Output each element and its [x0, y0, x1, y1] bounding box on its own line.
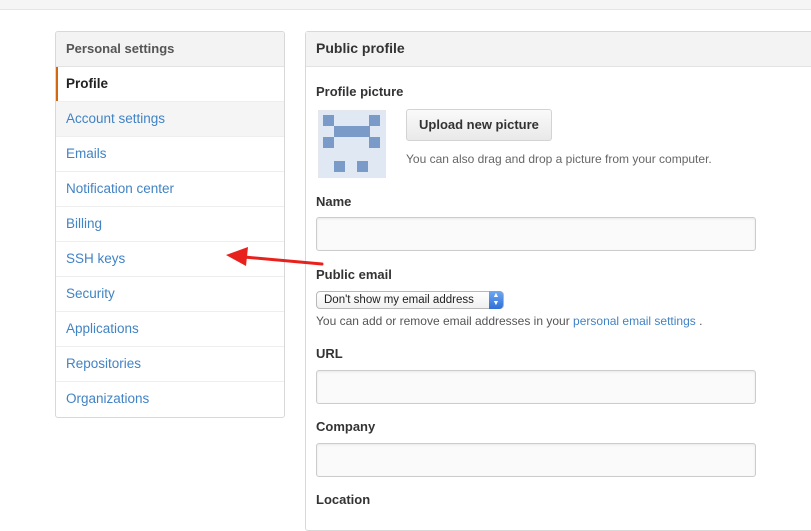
public-email-note: You can add or remove email addresses in… [316, 314, 702, 328]
settings-sidebar: Personal settings Profile Account settin… [55, 31, 285, 418]
panel-title: Public profile [306, 32, 811, 67]
avatar-pixel [334, 161, 345, 172]
company-input[interactable] [316, 443, 756, 477]
public-email-note-text: You can add or remove email addresses in… [316, 314, 570, 328]
upload-picture-button[interactable]: Upload new picture [406, 109, 552, 141]
avatar-pixel [323, 137, 334, 148]
red-arrow-icon [226, 247, 324, 266]
sidebar-title: Personal settings [56, 32, 284, 67]
public-profile-panel: Public profile Profile picture Upload ne… [305, 31, 811, 531]
chevron-up-down-icon: ▲ ▼ [489, 291, 503, 309]
sidebar-item-applications[interactable]: Applications [56, 312, 284, 347]
url-input[interactable] [316, 370, 756, 404]
avatar-pixel [334, 126, 370, 137]
sidebar-item-profile[interactable]: Profile [56, 67, 284, 102]
upload-hint: You can also drag and drop a picture fro… [406, 152, 712, 166]
url-label: URL [316, 346, 343, 361]
sidebar-item-notification-center[interactable]: Notification center [56, 172, 284, 207]
name-input[interactable] [316, 217, 756, 251]
avatar-pixel [357, 161, 368, 172]
profile-picture-label: Profile picture [316, 84, 404, 99]
sidebar-item-emails[interactable]: Emails [56, 137, 284, 172]
sidebar-item-organizations[interactable]: Organizations [56, 382, 284, 417]
public-email-note-suffix: . [699, 314, 703, 328]
sidebar-item-repositories[interactable]: Repositories [56, 347, 284, 382]
avatar-pixel [323, 115, 334, 126]
top-bar [0, 0, 811, 10]
avatar-pixel [369, 115, 380, 126]
public-email-selected: Don't show my email address [324, 294, 474, 306]
personal-email-settings-link[interactable]: personal email settings [573, 314, 696, 328]
avatar-pixel [369, 137, 380, 148]
location-label: Location [316, 492, 371, 507]
sidebar-item-security[interactable]: Security [56, 277, 284, 312]
company-label: Company [316, 419, 376, 434]
sidebar-item-billing[interactable]: Billing [56, 207, 284, 242]
avatar [318, 110, 386, 178]
public-email-select[interactable]: Don't show my email address ▲ ▼ [316, 291, 504, 309]
sidebar-item-account-settings[interactable]: Account settings [56, 102, 284, 137]
name-label: Name [316, 194, 352, 209]
